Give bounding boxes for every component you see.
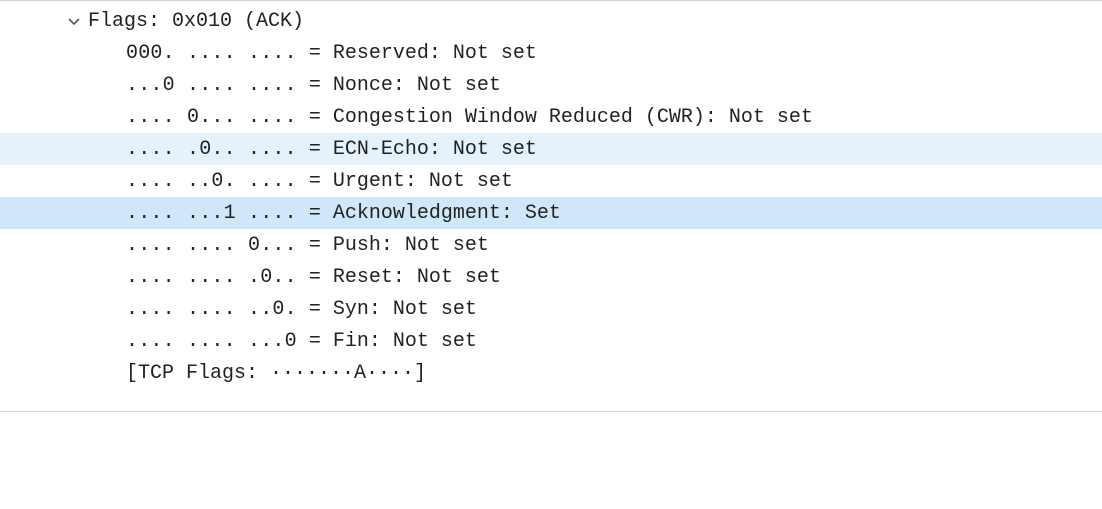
flag-label: Nonce: Not set	[333, 70, 501, 101]
flag-bits: .... .... ...0	[126, 326, 297, 357]
flag-label: Reserved: Not set	[333, 38, 537, 69]
flag-label: Urgent: Not set	[333, 166, 513, 197]
flags-header-row[interactable]: Flags: 0x010 (ACK)	[0, 5, 1102, 37]
flag-label: Syn: Not set	[333, 294, 477, 325]
flag-row-cwr[interactable]: .... 0... .... = Congestion Window Reduc…	[0, 101, 1102, 133]
flag-row-syn[interactable]: .... .... ..0. = Syn: Not set	[0, 293, 1102, 325]
flag-row-ack[interactable]: .... ...1 .... = Acknowledgment: Set	[0, 197, 1102, 229]
flag-bits: .... .... .0..	[126, 262, 297, 293]
flag-bits: .... .... 0...	[126, 230, 297, 261]
packet-flags-tree: Flags: 0x010 (ACK) 000. .... .... = Rese…	[0, 0, 1102, 412]
eq: =	[297, 102, 333, 133]
flag-bits: .... .... ..0.	[126, 294, 297, 325]
flag-row-ecn-echo[interactable]: .... .0.. .... = ECN-Echo: Not set	[0, 133, 1102, 165]
flag-label: Reset: Not set	[333, 262, 501, 293]
flag-label: Fin: Not set	[333, 326, 477, 357]
eq: =	[297, 134, 333, 165]
flag-bits: .... ...1 ....	[126, 198, 297, 229]
flag-label: Push: Not set	[333, 230, 489, 261]
eq: =	[297, 262, 333, 293]
flag-row-urgent[interactable]: .... ..0. .... = Urgent: Not set	[0, 165, 1102, 197]
flag-row-fin[interactable]: .... .... ...0 = Fin: Not set	[0, 325, 1102, 357]
eq: =	[297, 166, 333, 197]
eq: =	[297, 70, 333, 101]
eq: =	[297, 230, 333, 261]
tcp-flags-summary-row[interactable]: [TCP Flags: ·······A····]	[0, 357, 1102, 389]
flag-bits: .... 0... ....	[126, 102, 297, 133]
flags-header-label: Flags: 0x010 (ACK)	[66, 6, 304, 37]
flag-row-push[interactable]: .... .... 0... = Push: Not set	[0, 229, 1102, 261]
flag-bits: ...0 .... ....	[126, 70, 297, 101]
flag-label: Acknowledgment: Set	[333, 198, 561, 229]
flag-bits: 000. .... ....	[126, 38, 297, 69]
flag-label: Congestion Window Reduced (CWR): Not set	[333, 102, 813, 133]
tcp-flags-summary-label: [TCP Flags: ·······A····]	[126, 358, 426, 389]
flag-bits: .... .0.. ....	[126, 134, 297, 165]
eq: =	[297, 38, 333, 69]
eq: =	[297, 294, 333, 325]
chevron-down-icon[interactable]	[66, 14, 82, 30]
next-field-partial: Window: 252	[0, 389, 1102, 411]
eq: =	[297, 198, 333, 229]
flag-row-nonce[interactable]: ...0 .... .... = Nonce: Not set	[0, 69, 1102, 101]
flag-label: ECN-Echo: Not set	[333, 134, 537, 165]
flag-row-reset[interactable]: .... .... .0.. = Reset: Not set	[0, 261, 1102, 293]
eq: =	[297, 326, 333, 357]
flag-row-reserved[interactable]: 000. .... .... = Reserved: Not set	[0, 37, 1102, 69]
flag-bits: .... ..0. ....	[126, 166, 297, 197]
